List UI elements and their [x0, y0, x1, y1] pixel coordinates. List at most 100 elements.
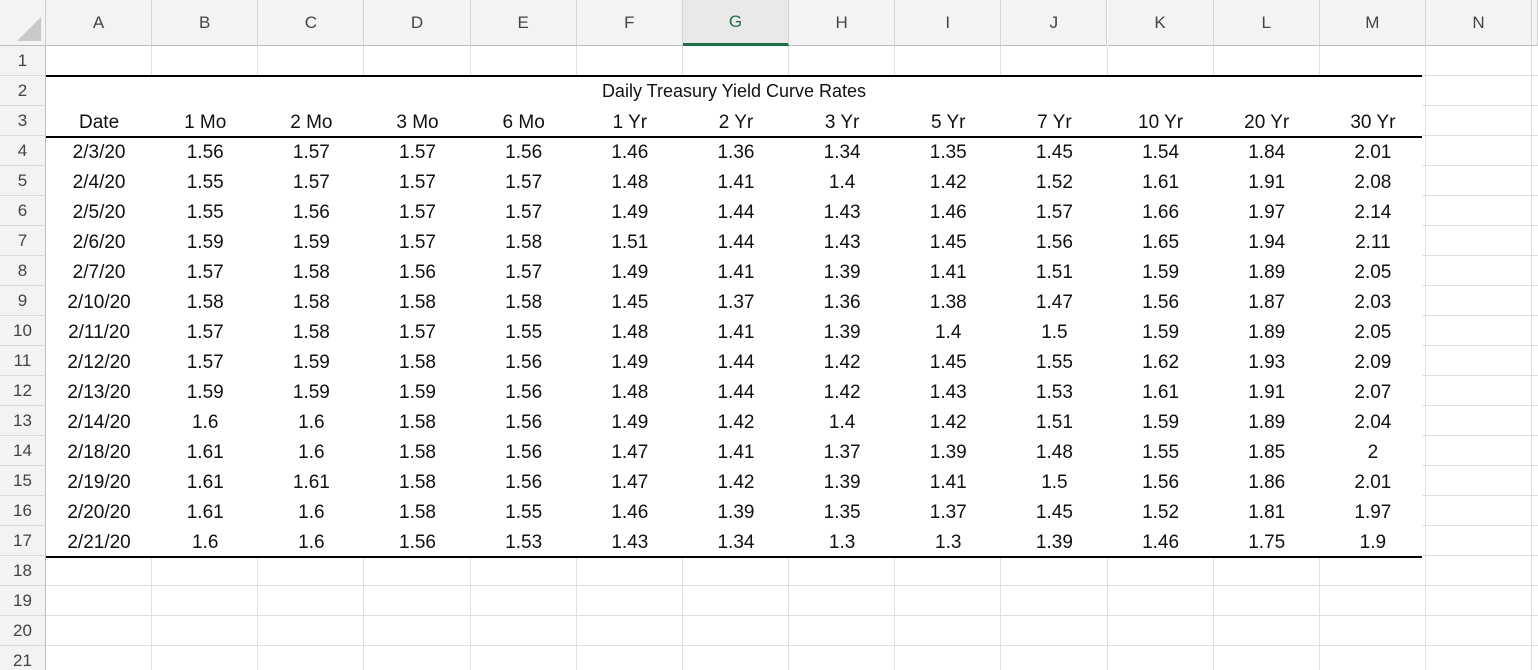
- header-cell[interactable]: 3 Mo: [364, 108, 470, 138]
- rate-cell[interactable]: 1.6: [258, 528, 364, 558]
- rate-cell[interactable]: 1.44: [683, 198, 789, 228]
- date-cell[interactable]: 2/10/20: [46, 288, 152, 318]
- row-header-4[interactable]: 4: [0, 136, 46, 166]
- rate-cell[interactable]: 1.34: [789, 138, 895, 168]
- row-header-11[interactable]: 11: [0, 346, 46, 376]
- header-cell[interactable]: 1 Mo: [152, 108, 258, 138]
- rate-cell[interactable]: 1.55: [1108, 438, 1214, 468]
- date-cell[interactable]: 2/20/20: [46, 498, 152, 528]
- date-cell[interactable]: 2/6/20: [46, 228, 152, 258]
- rate-cell[interactable]: 1.75: [1214, 528, 1320, 558]
- date-cell[interactable]: 2/11/20: [46, 318, 152, 348]
- rate-cell[interactable]: 1.36: [683, 138, 789, 168]
- rate-cell[interactable]: 1.42: [789, 348, 895, 378]
- rate-cell[interactable]: 1.56: [1108, 288, 1214, 318]
- rate-cell[interactable]: 1.44: [683, 228, 789, 258]
- rate-cell[interactable]: 1.43: [789, 198, 895, 228]
- column-header-a[interactable]: A: [46, 0, 153, 46]
- rate-cell[interactable]: 1.57: [258, 138, 364, 168]
- rate-cell[interactable]: 2.14: [1320, 198, 1426, 228]
- rate-cell[interactable]: 1.91: [1214, 378, 1320, 408]
- select-all-corner[interactable]: [0, 0, 46, 46]
- rate-cell[interactable]: 1.56: [1001, 228, 1107, 258]
- rate-cell[interactable]: 1.4: [895, 318, 1001, 348]
- rate-cell[interactable]: 1.58: [364, 468, 470, 498]
- rate-cell[interactable]: 1.45: [895, 348, 1001, 378]
- rate-cell[interactable]: 1.51: [577, 228, 683, 258]
- rate-cell[interactable]: 1.48: [577, 168, 683, 198]
- rate-cell[interactable]: 2.03: [1320, 288, 1426, 318]
- column-header-k[interactable]: K: [1107, 0, 1214, 46]
- rate-cell[interactable]: 1.58: [364, 408, 470, 438]
- rate-cell[interactable]: 1.85: [1214, 438, 1320, 468]
- rate-cell[interactable]: 1.43: [895, 378, 1001, 408]
- column-header-b[interactable]: B: [152, 0, 259, 46]
- rate-cell[interactable]: 1.55: [152, 168, 258, 198]
- row-header-12[interactable]: 12: [0, 376, 46, 406]
- rate-cell[interactable]: 1.56: [471, 378, 577, 408]
- row-header-5[interactable]: 5: [0, 166, 46, 196]
- rate-cell[interactable]: 1.56: [471, 138, 577, 168]
- rate-cell[interactable]: 2.09: [1320, 348, 1426, 378]
- rate-cell[interactable]: 2.11: [1320, 228, 1426, 258]
- row-header-15[interactable]: 15: [0, 466, 46, 496]
- rate-cell[interactable]: 1.55: [152, 198, 258, 228]
- rate-cell[interactable]: 1.41: [683, 438, 789, 468]
- rate-cell[interactable]: 1.84: [1214, 138, 1320, 168]
- rate-cell[interactable]: 1.57: [364, 138, 470, 168]
- rate-cell[interactable]: 1.55: [1001, 348, 1107, 378]
- rate-cell[interactable]: 1.59: [258, 378, 364, 408]
- rate-cell[interactable]: 1.59: [1108, 258, 1214, 288]
- rate-cell[interactable]: 1.45: [895, 228, 1001, 258]
- rate-cell[interactable]: 1.57: [471, 198, 577, 228]
- rate-cell[interactable]: 1.54: [1108, 138, 1214, 168]
- date-cell[interactable]: 2/3/20: [46, 138, 152, 168]
- column-header-g[interactable]: G: [682, 0, 790, 46]
- rate-cell[interactable]: 1.81: [1214, 498, 1320, 528]
- date-cell[interactable]: 2/18/20: [46, 438, 152, 468]
- rate-cell[interactable]: 2.05: [1320, 258, 1426, 288]
- rate-cell[interactable]: 1.6: [258, 438, 364, 468]
- rate-cell[interactable]: 1.58: [364, 348, 470, 378]
- rate-cell[interactable]: 1.44: [683, 348, 789, 378]
- rate-cell[interactable]: 1.58: [471, 228, 577, 258]
- rate-cell[interactable]: 1.45: [1001, 138, 1107, 168]
- rate-cell[interactable]: 1.6: [152, 408, 258, 438]
- header-cell[interactable]: 5 Yr: [895, 108, 1001, 138]
- rate-cell[interactable]: 2.01: [1320, 138, 1426, 168]
- rate-cell[interactable]: 1.57: [364, 198, 470, 228]
- row-header-14[interactable]: 14: [0, 436, 46, 466]
- rate-cell[interactable]: 1.58: [258, 288, 364, 318]
- column-header-n[interactable]: N: [1425, 0, 1533, 46]
- rate-cell[interactable]: 1.87: [1214, 288, 1320, 318]
- rate-cell[interactable]: 1.45: [1001, 498, 1107, 528]
- rate-cell[interactable]: 1.61: [152, 498, 258, 528]
- rate-cell[interactable]: 1.4: [789, 168, 895, 198]
- row-header-2[interactable]: 2: [0, 76, 46, 106]
- column-header-j[interactable]: J: [1001, 0, 1108, 46]
- date-cell[interactable]: 2/4/20: [46, 168, 152, 198]
- row-header-18[interactable]: 18: [0, 556, 46, 586]
- rate-cell[interactable]: 1.3: [895, 528, 1001, 558]
- rate-cell[interactable]: 1.42: [895, 168, 1001, 198]
- rate-cell[interactable]: 1.53: [471, 528, 577, 558]
- row-header-10[interactable]: 10: [0, 316, 46, 346]
- rate-cell[interactable]: 1.37: [895, 498, 1001, 528]
- rate-cell[interactable]: 1.59: [152, 228, 258, 258]
- rate-cell[interactable]: 1.58: [364, 288, 470, 318]
- rate-cell[interactable]: 1.49: [577, 258, 683, 288]
- rate-cell[interactable]: 2.01: [1320, 468, 1426, 498]
- rate-cell[interactable]: 1.57: [152, 258, 258, 288]
- rate-cell[interactable]: 1.57: [1001, 198, 1107, 228]
- rate-cell[interactable]: 1.37: [789, 438, 895, 468]
- header-cell[interactable]: 20 Yr: [1214, 108, 1320, 138]
- rate-cell[interactable]: 1.97: [1320, 498, 1426, 528]
- rate-cell[interactable]: 1.5: [1001, 468, 1107, 498]
- rate-cell[interactable]: 1.41: [683, 258, 789, 288]
- row-header-17[interactable]: 17: [0, 526, 46, 556]
- header-cell[interactable]: 2 Mo: [258, 108, 364, 138]
- rate-cell[interactable]: 1.43: [577, 528, 683, 558]
- rate-cell[interactable]: 1.3: [789, 528, 895, 558]
- rate-cell[interactable]: 1.89: [1214, 318, 1320, 348]
- rate-cell[interactable]: 1.61: [152, 438, 258, 468]
